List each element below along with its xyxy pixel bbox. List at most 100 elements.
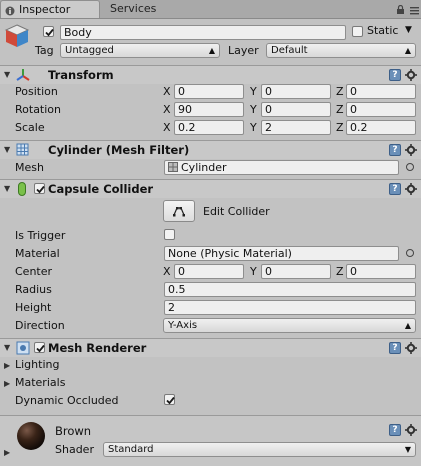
shader-dropdown[interactable]: Standard ▼ xyxy=(103,442,416,457)
position-x-input[interactable]: 0 xyxy=(174,84,244,99)
foldout-open-icon[interactable]: ▼ xyxy=(4,343,10,352)
help-icon[interactable]: ? xyxy=(389,69,401,81)
layer-label: Layer xyxy=(228,44,259,57)
mesh-renderer-header[interactable]: ▼ Mesh Renderer ? xyxy=(0,338,421,357)
scale-y-input[interactable]: 2 xyxy=(261,120,331,135)
mesh-filter-icon xyxy=(16,143,29,156)
shader-label: Shader xyxy=(55,443,94,456)
active-checkbox[interactable] xyxy=(43,26,54,37)
mesh-renderer-title: Mesh Renderer xyxy=(48,341,147,355)
scale-x-input[interactable]: 0.2 xyxy=(174,120,244,135)
radius-input[interactable]: 0.5 xyxy=(164,282,416,297)
help-icon[interactable]: ? xyxy=(389,342,401,354)
direction-label: Direction xyxy=(15,319,65,332)
tab-bar: Inspector Services xyxy=(0,0,421,19)
scale-z-input[interactable]: 0.2 xyxy=(346,120,416,135)
capsule-collider-header[interactable]: ▼ Capsule Collider ? xyxy=(0,179,421,198)
gameobject-header: Body Static ▼ Tag Untagged ▲ Layer Defaul… xyxy=(0,19,421,64)
tag-dropdown[interactable]: Untagged ▲ xyxy=(60,43,220,58)
dynamic-occluded-checkbox[interactable] xyxy=(164,394,175,405)
radius-label: Radius xyxy=(15,283,52,296)
object-picker-icon[interactable] xyxy=(406,249,414,257)
mesh-renderer-enabled-checkbox[interactable] xyxy=(34,342,45,353)
mesh-value: Cylinder xyxy=(181,161,227,174)
lock-icon[interactable] xyxy=(396,4,405,14)
center-y-input[interactable]: 0 xyxy=(261,264,331,279)
material-name: Brown xyxy=(55,424,92,438)
static-label: Static xyxy=(367,24,399,37)
foldout-closed-icon[interactable]: ▶ xyxy=(4,379,10,388)
gameobject-icon xyxy=(4,23,30,49)
info-icon xyxy=(5,4,15,16)
tab-services[interactable]: Services xyxy=(104,0,162,18)
center-z-input[interactable]: 0 xyxy=(346,264,416,279)
static-dropdown-arrow-icon[interactable]: ▼ xyxy=(405,25,412,35)
tab-inspector[interactable]: Inspector xyxy=(0,0,100,18)
foldout-open-icon[interactable]: ▼ xyxy=(4,145,10,154)
gear-icon[interactable] xyxy=(405,424,417,436)
capsule-collider-icon xyxy=(17,182,27,196)
materials-foldout[interactable]: Materials xyxy=(15,376,65,389)
help-icon[interactable]: ? xyxy=(389,183,401,195)
dropdown-arrow-icon: ▲ xyxy=(404,321,411,330)
tag-label: Tag xyxy=(35,44,54,57)
lighting-foldout[interactable]: Lighting xyxy=(15,358,59,371)
material-field[interactable]: None (Physic Material) xyxy=(164,246,399,261)
shader-value: Standard xyxy=(108,444,154,455)
help-icon[interactable]: ? xyxy=(389,144,401,156)
rotation-x-input[interactable]: 90 xyxy=(174,102,244,117)
center-x-label: X xyxy=(163,265,171,278)
capsule-collider-title: Capsule Collider xyxy=(48,182,154,196)
dropdown-arrow-icon: ▲ xyxy=(208,46,215,55)
dynamic-occluded-label: Dynamic Occluded xyxy=(15,394,119,407)
transform-header[interactable]: ▼ Transform ? xyxy=(0,65,421,84)
position-z-input[interactable]: 0 xyxy=(346,84,416,99)
position-y-input[interactable]: 0 xyxy=(261,84,331,99)
direction-value: Y-Axis xyxy=(168,320,198,331)
foldout-closed-icon[interactable]: ▶ xyxy=(4,448,10,457)
tab-services-label: Services xyxy=(110,2,157,15)
is-trigger-checkbox[interactable] xyxy=(164,229,175,240)
height-label: Height xyxy=(15,301,52,314)
position-z-label: Z xyxy=(336,85,344,98)
height-input[interactable]: 2 xyxy=(164,300,416,315)
dropdown-arrow-icon: ▼ xyxy=(404,445,411,454)
position-y-label: Y xyxy=(250,85,257,98)
static-checkbox[interactable] xyxy=(352,26,363,37)
foldout-open-icon[interactable]: ▼ xyxy=(4,184,10,193)
edit-collider-icon xyxy=(172,205,186,217)
object-picker-icon[interactable] xyxy=(406,163,414,171)
menu-icon[interactable] xyxy=(410,5,419,15)
foldout-closed-icon[interactable]: ▶ xyxy=(4,361,10,370)
gear-icon[interactable] xyxy=(405,69,417,81)
mesh-field[interactable]: Cylinder xyxy=(164,160,399,175)
gear-icon[interactable] xyxy=(405,342,417,354)
center-label: Center xyxy=(15,265,53,278)
center-x-input[interactable]: 0 xyxy=(174,264,244,279)
center-y-label: Y xyxy=(250,265,257,278)
foldout-open-icon[interactable]: ▼ xyxy=(4,70,10,79)
edit-collider-button[interactable] xyxy=(163,200,195,222)
mesh-filter-title: Cylinder (Mesh Filter) xyxy=(48,143,190,157)
help-icon[interactable]: ? xyxy=(389,424,401,436)
layer-dropdown[interactable]: Default ▲ xyxy=(266,43,416,58)
rotation-z-input[interactable]: 0 xyxy=(346,102,416,117)
direction-dropdown[interactable]: Y-Axis ▲ xyxy=(163,318,416,333)
mesh-renderer-icon xyxy=(16,341,30,355)
layer-value: Default xyxy=(271,45,308,56)
mesh-filter-header[interactable]: ▼ Cylinder (Mesh Filter) ? xyxy=(0,140,421,159)
rotation-y-input[interactable]: 0 xyxy=(261,102,331,117)
tag-value: Untagged xyxy=(65,45,114,56)
gear-icon[interactable] xyxy=(405,183,417,195)
rotation-label: Rotation xyxy=(15,103,62,116)
scale-label: Scale xyxy=(15,121,45,134)
position-x-label: X xyxy=(163,85,171,98)
gear-icon[interactable] xyxy=(405,144,417,156)
scale-x-label: X xyxy=(163,121,171,134)
name-input[interactable]: Body xyxy=(60,25,346,40)
scale-z-label: Z xyxy=(336,121,344,134)
transform-icon xyxy=(16,68,30,82)
rotation-x-label: X xyxy=(163,103,171,116)
scale-y-label: Y xyxy=(250,121,257,134)
capsule-collider-enabled-checkbox[interactable] xyxy=(34,183,45,194)
